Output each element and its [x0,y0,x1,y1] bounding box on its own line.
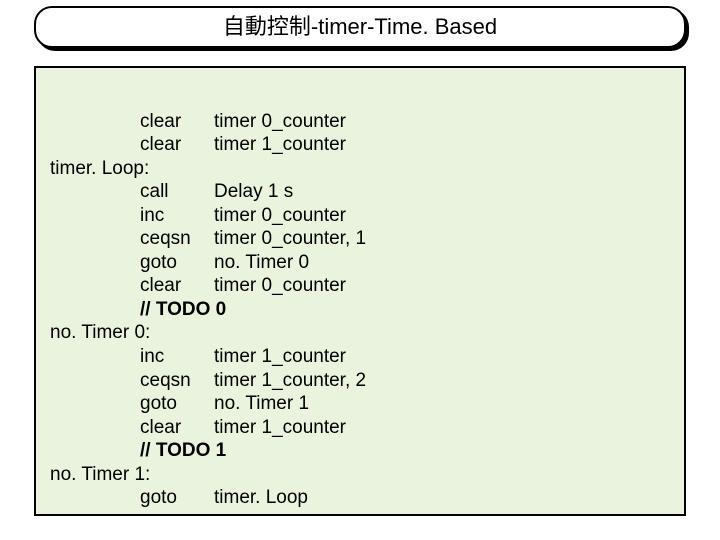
code-arg: timer 0_counter [214,111,346,132]
code-arg: timer 1_counter, 2 [214,370,366,391]
code-arg: Delay 1 s [214,181,293,202]
slide-title: 自動控制-timer-Time. Based [223,14,497,39]
code-listing: cleartimer 0_counter cleartimer 1_counte… [50,86,670,533]
code-op: goto [140,392,214,416]
code-op: clear [140,416,214,440]
code-label: no. Timer 0: [50,322,150,343]
code-label: timer. Loop: [50,158,149,179]
code-op: goto [140,251,214,275]
code-arg: timer 1_counter [214,417,346,438]
code-op: ceqsn [140,369,214,393]
code-arg: timer. Loop [214,487,308,508]
code-op: goto [140,486,214,510]
code-arg: timer 0_counter, 1 [214,228,366,249]
slide-title-box: 自動控制-timer-Time. Based [34,6,686,48]
code-arg: no. Timer 0 [214,252,309,273]
code-comment: // TODO 0 [140,299,226,320]
code-panel: cleartimer 0_counter cleartimer 1_counte… [34,66,686,516]
code-arg: timer 0_counter [214,205,346,226]
code-op: inc [140,345,214,369]
code-op: ceqsn [140,227,214,251]
code-op: clear [140,274,214,298]
code-op: clear [140,133,214,157]
code-label: no. Timer 1: [50,464,150,485]
code-op: clear [140,110,214,134]
code-op: inc [140,204,214,228]
code-arg: timer 1_counter [214,134,346,155]
code-arg: no. Timer 1 [214,393,309,414]
code-arg: timer 0_counter [214,275,346,296]
code-arg: timer 1_counter [214,346,346,367]
code-op: call [140,180,214,204]
code-comment: // TODO 1 [140,440,226,461]
